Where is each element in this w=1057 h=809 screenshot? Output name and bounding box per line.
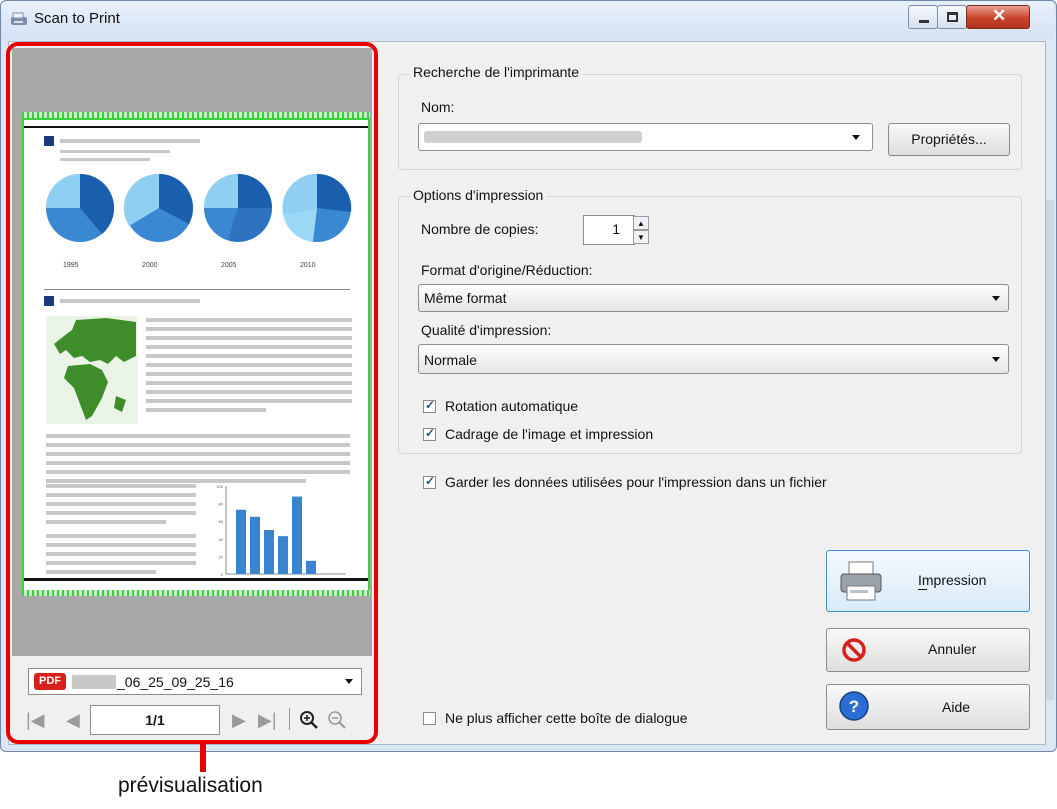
spin-down-icon[interactable]: ▼ (633, 230, 649, 244)
quality-dropdown[interactable] (418, 344, 1009, 374)
scanner-app-icon (10, 11, 28, 27)
auto-rotation-label: Rotation automatique (445, 398, 579, 414)
printer-icon (840, 561, 882, 601)
keep-data-checkbox[interactable] (423, 474, 436, 489)
cancel-button-label: Annuler (928, 641, 977, 657)
spin-up-icon[interactable]: ▲ (633, 216, 649, 230)
chevron-down-icon (852, 135, 860, 140)
crop-print-checkbox[interactable] (423, 426, 436, 441)
close-button[interactable]: ✕ (966, 5, 1030, 29)
format-label: Format d'origine/Réduction: (421, 262, 593, 278)
help-icon: ? (839, 691, 869, 721)
access-key-underline (918, 589, 927, 590)
printer-name-redaction (424, 131, 642, 143)
print-button-label: Impression (918, 572, 987, 588)
chevron-down-icon (992, 296, 1000, 301)
vertical-scrollbar[interactable] (1046, 200, 1054, 700)
dont-show-checkbox[interactable] (423, 712, 436, 725)
help-button-label: Aide (942, 699, 971, 715)
print-options-legend: Options d'impression (410, 187, 547, 203)
auto-rotation-checkbox[interactable] (423, 398, 436, 413)
printer-search-legend: Recherche de l'imprimante (410, 64, 583, 80)
minimize-icon (919, 20, 929, 23)
copies-value: 1 (612, 221, 620, 237)
copies-label: Nombre de copies: (421, 221, 539, 237)
svg-text:?: ? (849, 697, 859, 716)
dont-show-label: Ne plus afficher cette boîte de dialogue (445, 710, 688, 726)
callout-line (200, 744, 206, 772)
printer-name-label: Nom: (421, 99, 455, 115)
title-bar[interactable] (1, 1, 1054, 39)
format-value: Même format (424, 290, 507, 306)
cancel-icon (842, 638, 866, 662)
close-icon: ✕ (992, 6, 1007, 25)
keep-data-label: Garder les données utilisées pour l'impr… (445, 474, 827, 490)
maximize-button[interactable] (937, 5, 967, 29)
quality-label: Qualité d'impression: (421, 322, 552, 338)
chevron-down-icon (992, 357, 1000, 362)
minimize-button[interactable] (908, 5, 938, 29)
maximize-icon (947, 12, 958, 22)
crop-print-label: Cadrage de l'image et impression (445, 426, 654, 442)
properties-button[interactable]: Propriétés... (888, 123, 1010, 156)
quality-value: Normale (424, 352, 477, 368)
preview-caption: prévisualisation (118, 774, 263, 797)
window-title: Scan to Print (34, 10, 120, 27)
preview-highlight-frame (6, 42, 378, 744)
format-dropdown[interactable] (418, 284, 1009, 312)
